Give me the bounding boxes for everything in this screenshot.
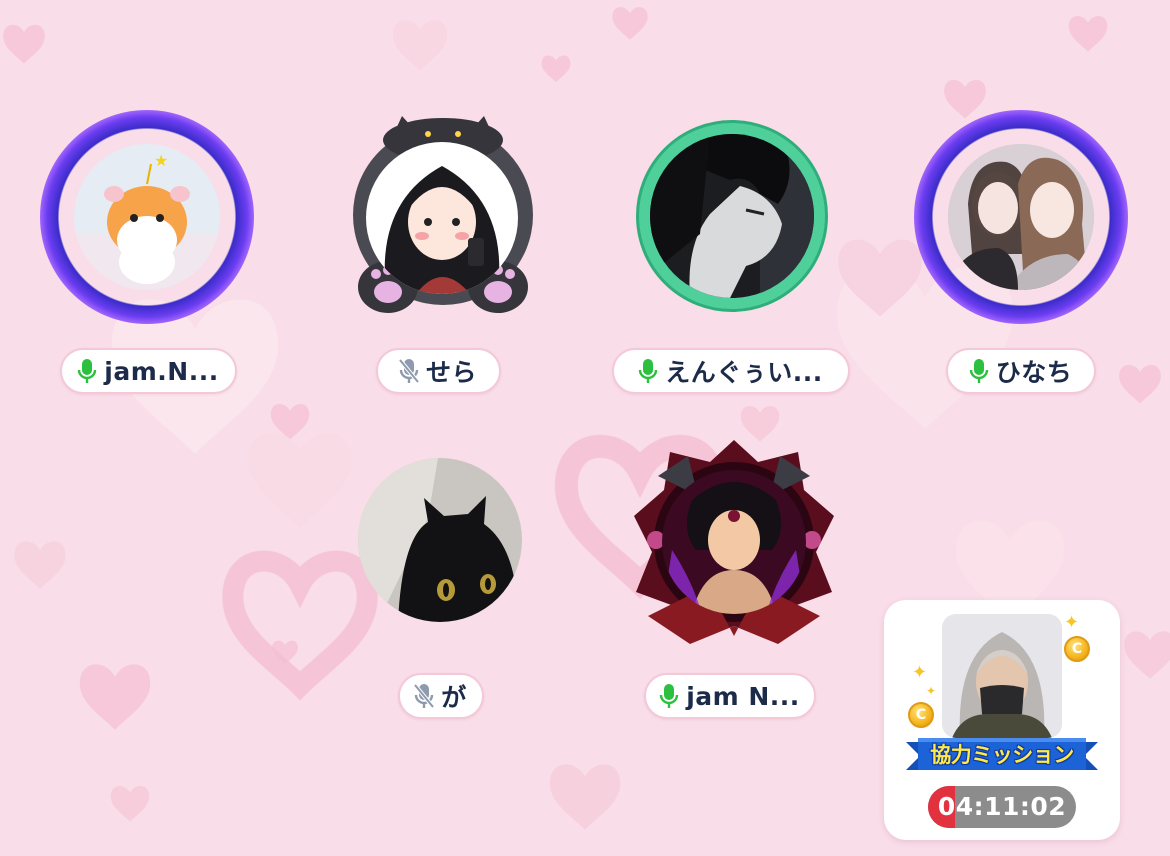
svg-text:★: ★ [154, 151, 168, 170]
microphone-icon [639, 359, 658, 383]
mission-timer-text: 04:11:02 [937, 792, 1067, 821]
photo-two-girls-avatar[interactable] [948, 144, 1094, 290]
sparkle-icon: ✦ [1064, 612, 1080, 633]
mission-timer: 04:11:02 [928, 786, 1076, 828]
microphone-muted-icon [413, 683, 435, 709]
anime-boy-avatar[interactable] [650, 134, 814, 298]
seat-name-badge: jam N... [644, 673, 816, 719]
microphone-icon [659, 684, 679, 708]
demon-anime-avatar[interactable] [662, 470, 806, 614]
coin-icon: C [1064, 636, 1090, 662]
sparkle-icon: ✦ [926, 684, 937, 698]
coop-mission-card[interactable]: C C ✦ ✦ ✦ 協力ミッション 04:11:02 [884, 600, 1120, 840]
girl-illustration-avatar[interactable] [366, 142, 518, 294]
coin-icon: C [908, 702, 934, 728]
seat-username: jam N... [686, 681, 800, 711]
seat-name-badge: jam.N... [60, 348, 237, 394]
hamster-avatar[interactable]: ★ [74, 144, 220, 290]
seat-name-badge: せら [376, 348, 501, 394]
microphone-muted-icon [398, 358, 420, 384]
seat-username: えんぐぅい... [665, 358, 823, 387]
sparkle-icon: ✦ [912, 662, 928, 683]
seat-username: せら [425, 358, 477, 387]
seat-username: jam.N... [104, 356, 219, 386]
mission-host-photo [942, 614, 1062, 738]
black-cat-avatar[interactable] [358, 458, 522, 622]
mission-title: 協力ミッション [930, 743, 1074, 767]
seat-username: ひなち [995, 358, 1073, 387]
seat-username: が [441, 683, 467, 712]
microphone-icon [969, 359, 988, 383]
seat-name-badge: えんぐぅい... [612, 348, 850, 394]
seat-name-badge: ひなち [946, 348, 1096, 394]
microphone-icon [78, 359, 97, 383]
seat-name-badge: が [398, 673, 484, 719]
